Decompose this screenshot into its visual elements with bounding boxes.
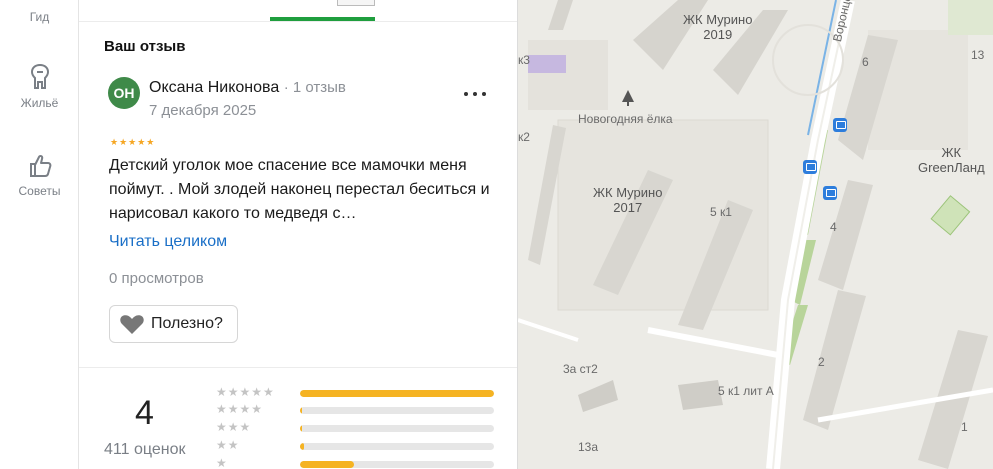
review-text: Детский уголок мое спасение все мамочки …	[109, 157, 490, 222]
heart-icon	[120, 315, 144, 334]
map-label-complex-2019[interactable]: ЖК Мурино 2019	[683, 12, 752, 42]
rating-distribution-row[interactable]: ★★★★	[216, 402, 506, 416]
helpful-label: Полезно?	[151, 315, 223, 332]
housing-icon	[30, 63, 49, 89]
review-date: 7 декабря 2025	[149, 102, 257, 119]
nav-item-label: Гид	[29, 10, 50, 24]
dot-icon	[464, 92, 468, 96]
section-title: Ваш отзыв	[104, 38, 186, 55]
map-label-house: 6	[862, 55, 869, 69]
map-label-house: 1	[961, 420, 968, 434]
distribution-stars: ★★★★★	[216, 385, 275, 399]
map-label-house: 13а	[578, 440, 599, 454]
distribution-stars: ★★	[216, 438, 240, 452]
author-review-count: · 1 отзыв	[283, 79, 346, 96]
distribution-stars: ★★★	[216, 420, 252, 434]
distribution-bar	[300, 443, 494, 450]
ratings-count: 411 оценок	[104, 441, 186, 458]
more-options-button[interactable]	[461, 84, 489, 104]
nav-item-housing[interactable]: Жильё	[0, 62, 79, 110]
average-rating: 4	[135, 394, 154, 432]
map-label-new-year-tree[interactable]: Новогодняя ёлка	[578, 112, 673, 127]
views-count: 0 просмотров	[109, 270, 204, 287]
distribution-bar	[300, 390, 494, 397]
review-rating-stars: ★★★★★	[110, 138, 156, 148]
map-label-house: 5 к1 лит А	[718, 384, 774, 398]
bus-stop-icon[interactable]	[833, 118, 847, 132]
review-author: Оксана Никонова · 1 отзыв	[149, 79, 346, 97]
map-label-house: 3а ст2	[563, 362, 598, 376]
dot-icon	[482, 92, 486, 96]
rating-distribution-row[interactable]: ★★	[216, 438, 506, 452]
bus-stop-icon[interactable]	[823, 186, 837, 200]
rating-distribution-row[interactable]: ★★★	[216, 420, 506, 434]
distribution-fill	[300, 425, 302, 432]
avatar[interactable]: ОН	[108, 77, 140, 109]
distribution-bar	[300, 461, 494, 468]
nav-item-guide[interactable]: Гид	[0, 10, 79, 24]
distribution-bar	[300, 425, 494, 432]
map-label-house: к3	[518, 53, 530, 67]
nav-item-tips[interactable]: Советы	[0, 152, 79, 198]
author-name[interactable]: Оксана Никонова	[149, 79, 279, 96]
tab-scroll-stub	[337, 0, 375, 6]
map-label-house: 5 к1	[710, 205, 732, 219]
map-label-complex-greenland[interactable]: ЖК GreenЛанд	[918, 145, 985, 175]
dot-icon	[473, 92, 477, 96]
map-label-complex-2017[interactable]: ЖК Мурино 2017	[593, 185, 662, 215]
distribution-fill	[300, 443, 304, 450]
nav-item-label: Жильё	[20, 96, 59, 110]
distribution-stars: ★★★★	[216, 402, 264, 416]
section-divider	[79, 367, 517, 368]
distribution-stars: ★	[216, 456, 228, 469]
map-label-house: 13	[971, 48, 985, 62]
nav-item-label: Советы	[18, 184, 61, 198]
tab-divider	[79, 21, 517, 22]
read-more-link[interactable]: Читать целиком	[109, 233, 227, 251]
map-label-house: 4	[830, 220, 837, 234]
reviews-panel: Ваш отзыв ОН Оксана Никонова · 1 отзыв 7…	[79, 0, 518, 469]
bus-stop-icon[interactable]	[803, 160, 817, 174]
map-label-house: 2	[818, 355, 825, 369]
map-view[interactable]: ЖК Мурино 2019 Новогодняя ёлка ЖК Мурино…	[518, 0, 993, 469]
helpful-button[interactable]: Полезно?	[109, 305, 238, 343]
distribution-fill	[300, 390, 494, 397]
thumbs-up-icon	[29, 154, 51, 177]
rating-distribution-row[interactable]: ★★★★★	[216, 385, 506, 399]
nav-rail: Гид Жильё Советы	[0, 0, 79, 469]
distribution-bar	[300, 407, 494, 414]
rating-distribution-row[interactable]: ★	[216, 456, 506, 469]
distribution-fill	[300, 461, 355, 468]
map-label-house: к2	[518, 130, 530, 144]
distribution-fill	[300, 407, 302, 414]
